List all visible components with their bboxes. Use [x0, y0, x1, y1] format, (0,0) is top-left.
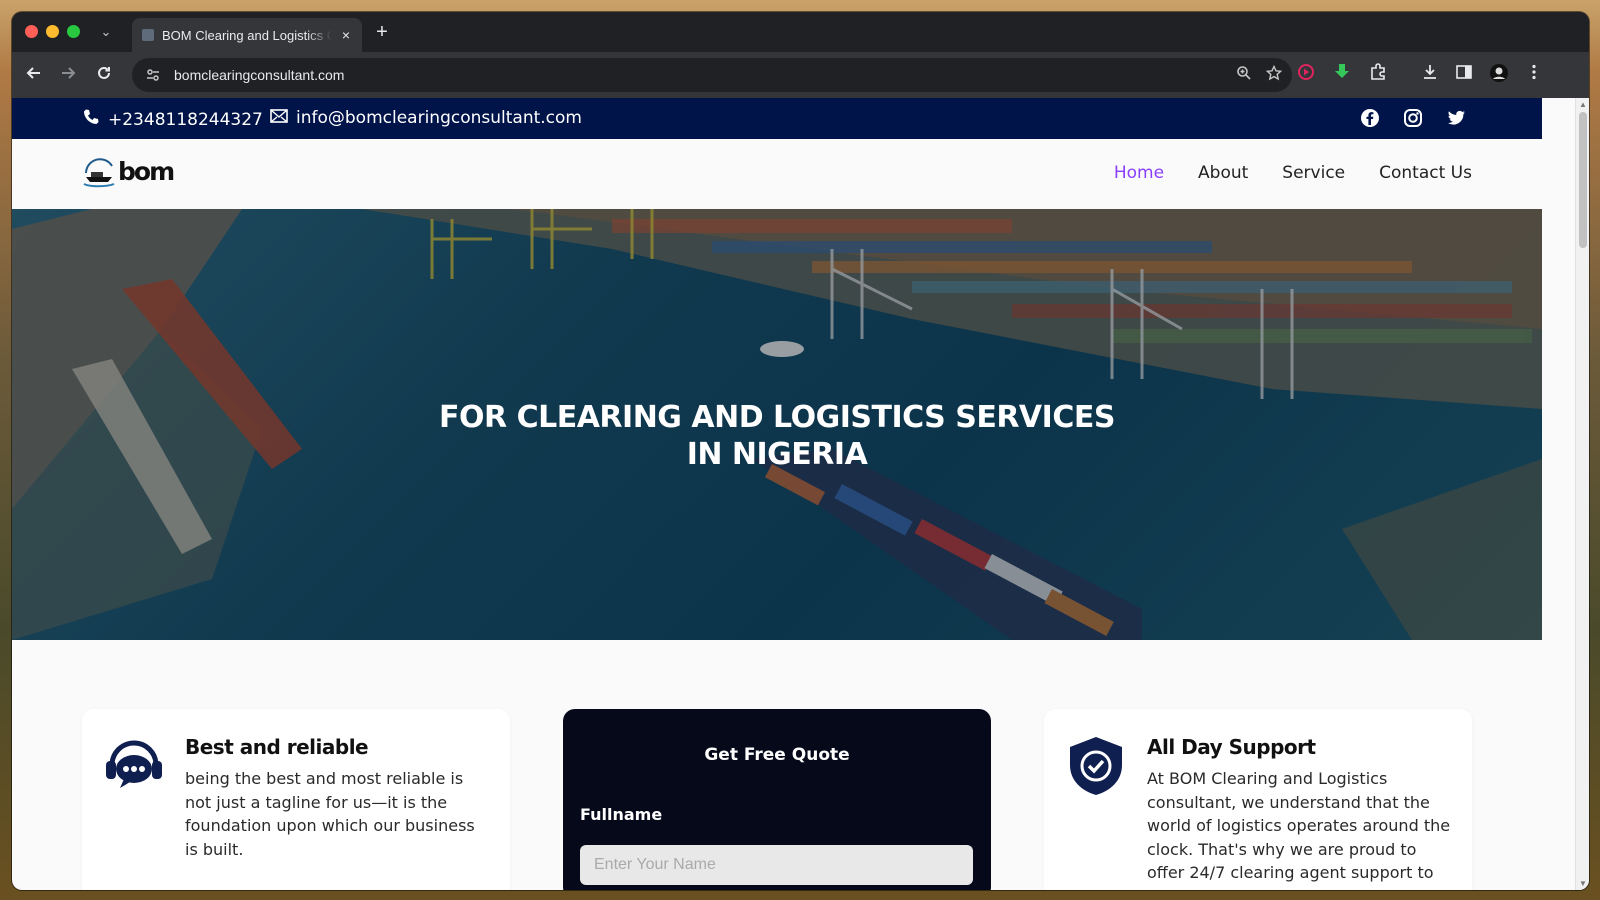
feature-card-best-reliable: Best and reliable being the best and mos… — [82, 709, 510, 890]
quote-form-title: Get Free Quote — [704, 745, 850, 765]
forward-icon[interactable] — [56, 63, 80, 87]
site-info-icon[interactable] — [146, 68, 162, 82]
main-nav: Home About Service Contact Us — [1114, 163, 1472, 183]
ship-logo-icon — [83, 158, 115, 188]
site-header: bom Home About Service Contact Us — [12, 139, 1542, 209]
card-body: being the best and most reliable is not … — [185, 769, 475, 859]
address-bar[interactable]: bomclearingconsultant.com — [132, 58, 1292, 92]
browser-window: ⌄ BOM Clearing and Logistics Consultant … — [12, 12, 1589, 890]
download-extension-icon[interactable] — [1330, 63, 1354, 87]
scrollbar-thumb[interactable] — [1579, 112, 1587, 248]
envelope-icon — [270, 108, 288, 128]
hero-banner: FOR CLEARING AND LOGISTICS SERVICES IN N… — [12, 209, 1542, 640]
facebook-icon[interactable] — [1359, 107, 1381, 129]
scroll-down-arrow-icon[interactable]: ▼ — [1579, 879, 1587, 888]
card-title: Best and reliable — [185, 735, 369, 759]
tab-search-chevron-icon[interactable]: ⌄ — [96, 22, 116, 42]
page-scrollbar[interactable]: ▲ ▼ — [1575, 98, 1589, 890]
card-title: All Day Support — [1147, 735, 1316, 759]
profile-avatar-icon[interactable] — [1487, 63, 1511, 87]
card-body: At BOM Clearing and Logistics consultant… — [1147, 769, 1451, 890]
headset-chat-icon — [106, 740, 162, 788]
nav-home[interactable]: Home — [1114, 163, 1164, 183]
bookmark-star-icon[interactable] — [1265, 64, 1283, 86]
window-controls — [25, 25, 80, 38]
favicon-icon — [142, 29, 154, 41]
contact-topbar: +2348118244327 info@bomclearingconsultan… — [12, 98, 1542, 139]
nav-service[interactable]: Service — [1282, 163, 1345, 183]
scroll-up-arrow-icon[interactable]: ▲ — [1579, 100, 1587, 109]
zoom-icon[interactable] — [1236, 65, 1252, 86]
browser-tab[interactable]: BOM Clearing and Logistics Consultant × — [132, 18, 362, 52]
hero-title: FOR CLEARING AND LOGISTICS SERVICES IN N… — [12, 399, 1542, 473]
downloads-icon[interactable] — [1418, 63, 1442, 87]
fullname-label: Fullname — [580, 805, 663, 824]
url-text: bomclearingconsultant.com — [174, 67, 345, 83]
phone-icon — [82, 108, 100, 131]
reload-icon[interactable] — [92, 63, 116, 87]
tab-close-icon[interactable]: × — [340, 27, 352, 43]
close-window-button[interactable] — [25, 25, 38, 38]
logo-text: bom — [118, 157, 175, 186]
instagram-icon[interactable] — [1402, 107, 1424, 129]
maximize-window-button[interactable] — [67, 25, 80, 38]
tab-title: BOM Clearing and Logistics Consultant — [162, 27, 333, 43]
nav-contact-us[interactable]: Contact Us — [1379, 163, 1472, 183]
twitter-icon[interactable] — [1445, 107, 1467, 129]
hero-title-line-1: FOR CLEARING AND LOGISTICS SERVICES — [439, 400, 1115, 435]
hero-title-line-2: IN NIGERIA — [686, 437, 868, 472]
shield-check-icon — [1070, 737, 1122, 795]
extensions-puzzle-icon[interactable] — [1366, 63, 1390, 87]
side-panel-icon[interactable] — [1452, 63, 1476, 87]
free-quote-form: Get Free Quote Fullname — [563, 709, 991, 890]
email-contact[interactable]: info@bomclearingconsultant.com — [270, 108, 582, 128]
record-extension-icon[interactable] — [1294, 63, 1318, 87]
browser-toolbar: bomclearingconsultant.com — [12, 52, 1589, 98]
site-logo[interactable]: bom — [82, 155, 175, 191]
email-address: info@bomclearingconsultant.com — [296, 108, 582, 128]
nav-about[interactable]: About — [1198, 163, 1248, 183]
new-tab-button[interactable]: + — [370, 20, 394, 44]
phone-contact[interactable]: +2348118244327 — [82, 108, 263, 131]
feature-card-all-day-support: All Day Support At BOM Clearing and Logi… — [1044, 709, 1472, 890]
page-viewport: +2348118244327 info@bomclearingconsultan… — [12, 98, 1589, 890]
minimize-window-button[interactable] — [46, 25, 59, 38]
browser-menu-icon[interactable] — [1522, 63, 1546, 87]
back-icon[interactable] — [22, 63, 46, 87]
phone-number: +2348118244327 — [108, 109, 263, 130]
tab-strip: ⌄ BOM Clearing and Logistics Consultant … — [12, 12, 1589, 52]
fullname-input[interactable] — [580, 845, 973, 885]
